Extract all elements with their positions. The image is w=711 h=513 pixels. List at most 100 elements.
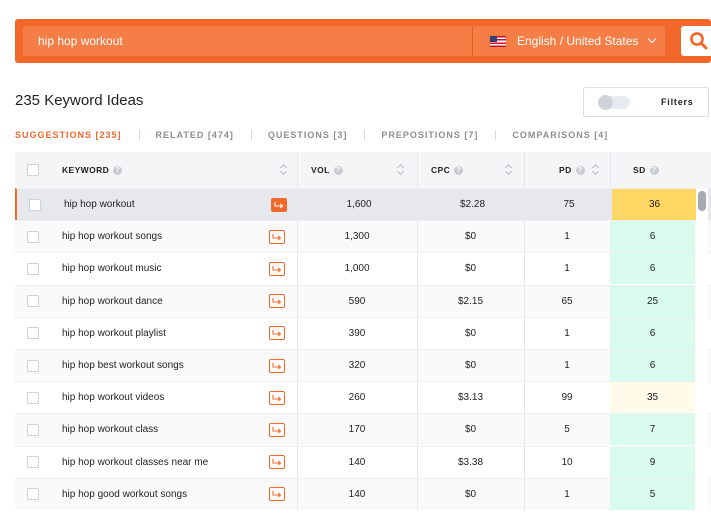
row-checkbox[interactable] [27,262,39,275]
keyword-cell[interactable]: hip hop workout class [62,414,292,445]
keyword-cell[interactable]: hip hop workout classes near me [62,447,292,478]
filters-toggle[interactable] [598,95,630,110]
arrow-right-icon [271,459,281,466]
open-keyword-button[interactable] [268,261,285,276]
keyword-cell[interactable]: hip hop workout music [62,253,292,284]
row-checkbox[interactable] [27,456,39,469]
info-icon[interactable]: ? [454,165,464,175]
header-vol-label: VOL [311,165,330,175]
cpc-cell: $3.38 [457,456,484,468]
open-keyword-button[interactable] [268,229,285,244]
keyword-cell[interactable]: hip hop best workout songs [62,350,292,381]
language-select[interactable]: English / United States [472,26,665,56]
search-icon [690,32,708,50]
filters-control: Filters [583,87,709,117]
scrollbar-track[interactable] [696,188,708,513]
keyword-cell[interactable]: hip hop workout [64,189,294,220]
pd-cell: 10 [561,456,573,468]
row-checkbox[interactable] [27,488,39,501]
table-row[interactable]: hip hop workout playlist 390 $0 1 6 [15,316,711,349]
table-row[interactable]: hip hop workout songs 1,300 $0 1 6 [15,220,711,253]
vol-cell: 260 [348,392,366,404]
table-row[interactable]: hip hop workout music 1,000 $0 1 6 [15,252,711,285]
cpc-cell: $0 [464,327,477,339]
row-checkbox-cell [27,286,41,317]
open-keyword-button[interactable] [268,422,285,437]
tab-comparisons[interactable]: COMPARISONS [4] [495,130,625,140]
keyword-cell[interactable]: hip hop workout dance [62,286,292,317]
row-checkbox[interactable] [27,423,39,436]
info-icon[interactable]: ? [113,165,123,175]
table-row[interactable]: hip hop good workout songs 140 $0 1 5 [15,477,711,510]
open-keyword-cell [270,189,287,220]
row-checkbox[interactable] [27,359,39,372]
sort-icon[interactable] [506,164,512,175]
keyword-tabs: SUGGESTIONS [235] RELATED [474] QUESTIONS … [15,130,625,140]
open-keyword-button[interactable] [268,390,285,405]
sort-icon[interactable] [281,164,287,175]
tab-questions[interactable]: QUESTIONS [3] [250,130,365,140]
cpc-cell: $0 [464,360,477,371]
vol-cell: 140 [348,456,366,468]
sd-cell: 6 [610,317,695,349]
keyword-cell[interactable]: hip hop workout videos [62,382,292,413]
row-checkbox-cell [27,350,41,381]
keyword-cell[interactable]: hip hop good workout songs [62,479,292,510]
row-checkbox[interactable] [29,198,41,211]
table-row[interactable]: hip hop best workout songs 320 $0 1 6 [15,349,711,381]
table-row[interactable]: hip hop workout class 170 $0 5 7 [15,413,711,446]
vol-cell: 1,300 [344,231,370,243]
row-checkbox-cell [29,189,43,220]
sd-cell: 6 [610,350,695,381]
row-checkbox-cell [27,221,41,252]
cpc-cell: $3.13 [457,392,484,404]
sort-icon[interactable] [593,164,599,175]
header-sd[interactable]: SD? [610,152,695,188]
info-icon[interactable]: ? [575,165,585,175]
open-keyword-cell [268,253,285,284]
vol-cell: 390 [348,327,366,339]
open-keyword-button[interactable] [268,487,285,502]
table-row[interactable]: hip hop workout videos 260 $3.13 99 35 [15,381,711,414]
tab-suggestions[interactable]: SUGGESTIONS [235] [15,130,139,140]
sd-cell: 6 [610,253,695,285]
sd-value: 35 [610,382,695,414]
filters-button[interactable]: Filters [661,97,694,107]
open-keyword-cell [268,479,285,510]
cpc-cell: $0 [464,263,477,275]
table-row[interactable]: hip hop workout classes near me 140 $3.38 1… [15,445,711,478]
open-keyword-button[interactable] [268,294,285,309]
open-keyword-button[interactable] [268,326,285,341]
vol-cell: 140 [348,488,366,500]
sd-value: 6 [610,221,695,253]
search-button[interactable] [681,26,711,56]
header-keyword[interactable]: KEYWORD? [62,152,292,188]
scrollbar-thumb[interactable] [698,191,706,211]
tab-related[interactable]: RELATED [474] [138,130,251,140]
open-keyword-cell [268,447,285,478]
row-checkbox[interactable] [27,230,39,243]
open-keyword-button[interactable] [270,197,287,212]
row-checkbox[interactable] [27,391,39,404]
arrow-right-icon [273,201,283,208]
sd-value: 5 [610,478,695,510]
row-checkbox[interactable] [27,327,39,340]
keyword-cell[interactable]: hip hop workout playlist [62,318,292,349]
keyword-cell[interactable]: hip hop workout songs [62,221,292,252]
arrow-right-icon [271,362,281,369]
table-row[interactable]: hip hop workout 1,600 $2.28 75 36 [15,188,711,220]
info-icon[interactable]: ? [649,165,659,175]
row-checkbox[interactable] [27,295,39,308]
tab-prepositions[interactable]: PREPOSITIONS [7] [364,130,495,140]
open-keyword-button[interactable] [268,358,285,373]
select-all-checkbox[interactable] [27,164,39,176]
table-row[interactable]: hip hop workout dance 590 $2.15 65 25 [15,284,711,317]
row-checkbox-cell [27,447,41,478]
open-keyword-button[interactable] [268,455,285,470]
info-icon[interactable]: ? [333,165,343,175]
cpc-cell: $0 [464,488,477,500]
open-keyword-cell [268,318,285,349]
search-input[interactable] [23,26,472,56]
header-sd-label: SD [633,165,646,175]
sort-icon[interactable] [398,164,404,175]
